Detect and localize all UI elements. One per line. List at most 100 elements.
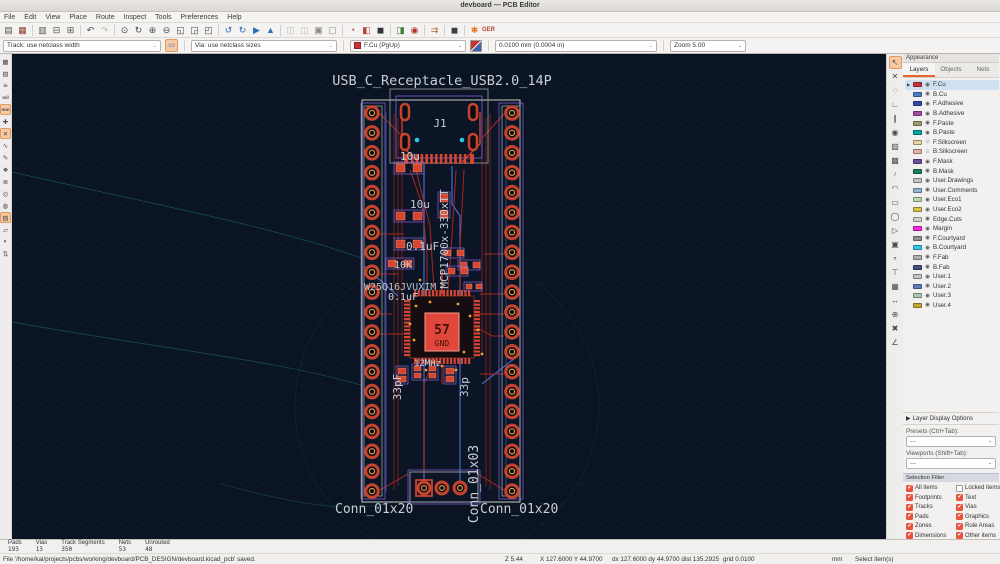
add-textbox-icon[interactable]: ⊤ — [889, 266, 902, 279]
visibility-icon[interactable]: ◉ — [924, 168, 931, 174]
add-table-icon[interactable]: ▦ — [889, 280, 902, 293]
zone-outline-display-icon[interactable]: ▱ — [0, 224, 11, 235]
update-pcb-from-schematic-icon[interactable]: ◨ — [394, 24, 407, 37]
grid-override-icon[interactable]: ▧ — [0, 68, 11, 79]
zoom-fit-icon[interactable]: ◱ — [174, 24, 187, 37]
tab-objects[interactable]: Objects — [935, 63, 967, 77]
visibility-icon[interactable]: ◉ — [924, 274, 931, 280]
units-mm-icon[interactable]: mm — [0, 104, 11, 115]
layer-pair-icon[interactable] — [470, 39, 482, 52]
grid-origin-icon[interactable]: ⊕ — [889, 308, 902, 321]
mirror-vertical-icon[interactable]: ▲ — [264, 24, 277, 37]
menu-route[interactable]: Route — [96, 14, 115, 21]
net-color-mode-icon[interactable]: ❖ — [0, 164, 11, 175]
visibility-icon[interactable]: ◉ — [924, 111, 931, 117]
filter-graphics[interactable]: ✔ Graphics — [956, 513, 1000, 520]
layer-row-user-eco2[interactable]: ◉ User.Eco2 — [905, 205, 999, 215]
cursor-style-icon[interactable]: ✚ — [0, 116, 11, 127]
save-icon[interactable]: ▤ — [2, 24, 15, 37]
zone-fill-display-icon[interactable]: ▨ — [0, 212, 11, 223]
checkbox-checked-icon[interactable]: ✔ — [906, 532, 913, 539]
checkbox-checked-icon[interactable]: ✔ — [906, 513, 913, 520]
visibility-off-icon[interactable]: ⊘ — [924, 149, 931, 155]
no-tool-icon[interactable]: ✕ — [889, 70, 902, 83]
visibility-off-icon[interactable]: ⊘ — [924, 139, 931, 145]
layer-color-swatch[interactable] — [913, 274, 922, 280]
gerber-viewer-icon[interactable]: GER — [482, 24, 495, 37]
route-diff-pair-icon[interactable]: ∥ — [889, 112, 902, 125]
checkbox-checked-icon[interactable]: ✔ — [956, 522, 963, 530]
via-size-dropdown[interactable]: Via: use netclass sizes ⌄ — [191, 39, 337, 52]
visibility-icon[interactable]: ◉ — [924, 159, 931, 165]
layer-row-b-cu[interactable]: ◉ B.Cu — [905, 90, 999, 100]
filter-vias[interactable]: ✔ Vias — [956, 503, 1000, 511]
viewports-dropdown[interactable]: --- ⌄ — [906, 457, 996, 469]
layer-color-swatch[interactable] — [913, 120, 922, 126]
unlock-icon[interactable]: ▢ — [326, 24, 339, 37]
visibility-icon[interactable]: ◉ — [924, 178, 931, 184]
zoom-selection-icon[interactable]: ◰ — [202, 24, 215, 37]
filter-all-items[interactable]: ✔ All items — [906, 484, 956, 492]
layer-row-f-adhesive[interactable]: ◉ F.Adhesive — [905, 99, 999, 109]
group-icon[interactable]: ◫ — [284, 24, 297, 37]
layer-color-swatch[interactable] — [913, 139, 922, 145]
layer-color-swatch[interactable] — [913, 187, 922, 193]
layer-color-swatch[interactable] — [913, 130, 922, 136]
plot-icon[interactable]: ⊞ — [64, 24, 77, 37]
visibility-icon[interactable]: ◉ — [924, 216, 931, 222]
menu-edit[interactable]: Edit — [24, 14, 36, 21]
layer-row-f-silkscreen[interactable]: ⊘ F.Silkscreen — [905, 138, 999, 148]
layer-color-swatch[interactable] — [913, 91, 922, 97]
units-mil-icon[interactable]: mil — [0, 92, 11, 103]
zoom-fit-objects-icon[interactable]: ◲ — [188, 24, 201, 37]
layer-row-user-1[interactable]: ◉ User.1 — [905, 272, 999, 282]
layer-row-user-drawings[interactable]: ◉ User.Drawings — [905, 176, 999, 186]
layer-display-options[interactable]: ▶ Layer Display Options — [903, 411, 999, 425]
layer-color-swatch[interactable] — [913, 216, 922, 222]
visibility-icon[interactable]: ◉ — [924, 235, 931, 241]
layer-color-swatch[interactable] — [913, 168, 922, 174]
local-ratsnest-icon[interactable]: ◌ — [889, 84, 902, 97]
filter-locked-items[interactable]: Locked items — [956, 484, 1000, 492]
layer-color-swatch[interactable] — [913, 226, 922, 232]
layer-row-f-fab[interactable]: ◉ F.Fab — [905, 253, 999, 263]
draw-rectangle-icon[interactable]: ▭ — [889, 196, 902, 209]
filter-text[interactable]: ✔ Text — [956, 494, 1000, 501]
layer-row-f-mask[interactable]: ◉ F.Mask — [905, 157, 999, 167]
layer-row-f-courtyard[interactable]: ◉ F.Courtyard — [905, 234, 999, 244]
delete-tool-icon[interactable]: ✖ — [889, 322, 902, 335]
layer-dropdown[interactable]: F.Cu (PgUp) ⌄ — [350, 39, 466, 52]
draw-circle-icon[interactable]: ◯ — [889, 210, 902, 223]
layer-row-b-fab[interactable]: ◉ B.Fab — [905, 262, 999, 272]
layer-color-swatch[interactable] — [913, 254, 922, 260]
find-icon[interactable]: ⊙ — [118, 24, 131, 37]
visibility-icon[interactable]: ◉ — [924, 91, 931, 97]
board-setup-icon[interactable]: ▦ — [16, 24, 29, 37]
scripting-console-icon[interactable]: ◼ — [448, 24, 461, 37]
route-tracks-icon[interactable]: ∟ — [889, 98, 902, 111]
layer-color-swatch[interactable] — [913, 245, 922, 251]
visibility-icon[interactable]: ◉ — [924, 245, 931, 251]
layer-color-swatch[interactable] — [913, 283, 922, 289]
sketch-vias-icon[interactable]: ◎ — [0, 188, 11, 199]
visibility-icon[interactable]: ◉ — [924, 120, 931, 126]
visibility-icon[interactable]: ◉ — [924, 101, 931, 107]
layer-color-swatch[interactable] — [913, 293, 922, 299]
add-via-icon[interactable]: ◉ — [889, 126, 902, 139]
layer-row-b-silkscreen[interactable]: ⊘ B.Silkscreen — [905, 147, 999, 157]
layer-row-user-3[interactable]: ◉ User.3 — [905, 291, 999, 301]
checkbox-checked-icon[interactable]: ✔ — [956, 503, 963, 511]
layer-color-swatch[interactable] — [913, 149, 922, 155]
visibility-icon[interactable]: ◉ — [924, 197, 931, 203]
layer-row-user-comments[interactable]: ◉ User.Comments — [905, 186, 999, 196]
refresh-icon[interactable]: ↻ — [132, 24, 145, 37]
measure-tool-icon[interactable]: ∠ — [889, 336, 902, 349]
visibility-icon[interactable]: ◉ — [924, 130, 931, 136]
visibility-icon[interactable]: ◉ — [924, 187, 931, 193]
grid-dropdown[interactable]: 0.0100 mm (0.0004 in) ⌄ — [495, 39, 657, 52]
presets-dropdown[interactable]: --- ⌄ — [906, 435, 996, 447]
menu-view[interactable]: View — [45, 14, 60, 21]
filter-zones[interactable]: ✔ Zones — [906, 522, 956, 530]
layer-color-swatch[interactable] — [913, 207, 922, 213]
layer-color-swatch[interactable] — [913, 178, 922, 184]
